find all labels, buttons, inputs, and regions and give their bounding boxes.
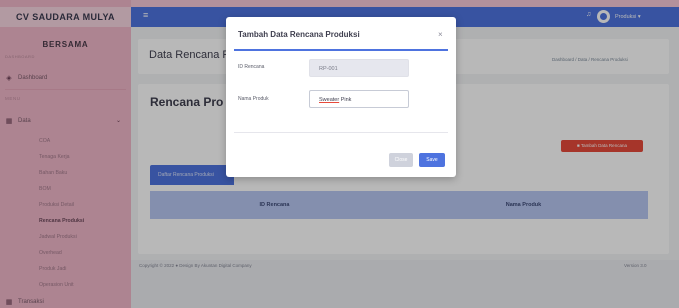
modal-dialog: Tambah Data Rencana Produksi × ID Rencan… xyxy=(226,17,456,177)
id-rencana-label: ID Rencana xyxy=(238,64,265,70)
id-rencana-field: RP-001 xyxy=(309,59,409,77)
close-icon[interactable]: × xyxy=(438,30,443,39)
close-button[interactable]: Close xyxy=(389,153,413,167)
modal-footer-divider xyxy=(234,132,448,133)
nama-produk-label: Nama Produk xyxy=(238,96,269,102)
modal-header-divider xyxy=(234,49,448,51)
modal-title: Tambah Data Rencana Produksi xyxy=(238,30,360,39)
save-button[interactable]: Save xyxy=(419,153,445,167)
nama-produk-field[interactable]: Sweater Pink xyxy=(309,90,409,108)
